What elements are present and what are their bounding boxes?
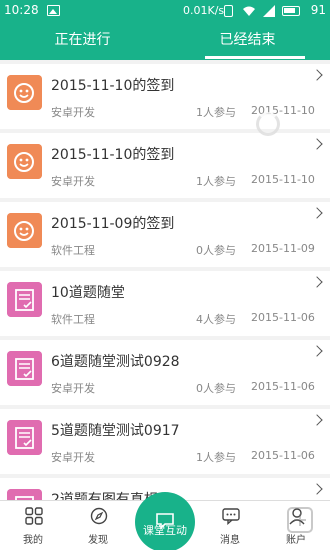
- battery-icon: [282, 6, 300, 16]
- quiz-list-icon: [7, 282, 42, 317]
- wifi-icon: [243, 6, 255, 16]
- list-item[interactable]: 2015-11-10的签到 安卓开发 1人参与 2015-11-10: [0, 133, 330, 198]
- nav-discover-label: 发现: [88, 535, 108, 546]
- chevron-right-icon: [311, 276, 323, 288]
- tab-ongoing[interactable]: 正在进行: [0, 22, 165, 60]
- nav-messages-label: 消息: [220, 535, 240, 546]
- vibrate-icon: [224, 5, 233, 17]
- chevron-right-icon: [311, 138, 323, 150]
- item-date: 2015-11-10: [251, 173, 315, 186]
- quiz-list-icon: [7, 489, 42, 500]
- chevron-right-icon: [311, 483, 323, 495]
- item-title: 10道题随堂: [51, 285, 125, 301]
- item-title: 5道题随堂测试0917: [51, 423, 180, 439]
- image-notification-icon: [47, 5, 60, 16]
- activity-list[interactable]: 2015-11-10的签到 安卓开发 1人参与 2015-11-10 2015-…: [0, 64, 330, 500]
- nav-mine-label: 我的: [23, 535, 43, 546]
- item-course: 安卓开发: [51, 451, 95, 464]
- item-course: 安卓开发: [51, 106, 95, 119]
- tab-finished[interactable]: 已经结束: [165, 22, 330, 60]
- item-title: 2015-11-10的签到: [51, 147, 175, 163]
- item-title: 2015-11-10的签到: [51, 78, 175, 94]
- item-participants: 1人参与: [196, 451, 236, 464]
- list-item[interactable]: 6道题随堂测试0928 安卓开发 0人参与 2015-11-06: [0, 340, 330, 405]
- status-bar: 10:28 0.01K/s 91: [0, 0, 330, 22]
- quiz-list-icon: [7, 351, 42, 386]
- item-participants: 1人参与: [196, 106, 236, 119]
- watermark-logo-icon: [287, 507, 313, 533]
- item-title: 6道题随堂测试0928: [51, 354, 180, 370]
- nav-messages[interactable]: 消息: [205, 507, 255, 546]
- item-date: 2015-11-09: [251, 242, 315, 255]
- nav-classroom-button[interactable]: 课堂互动: [135, 492, 195, 550]
- nav-classroom-label: 课堂互动: [143, 524, 187, 537]
- nav-discover[interactable]: 发现: [73, 507, 123, 546]
- item-course: 安卓开发: [51, 175, 95, 188]
- chat-bubble-icon: [222, 508, 240, 525]
- battery-level: 91: [310, 3, 326, 17]
- grid-icon: [25, 507, 43, 525]
- item-participants: 1人参与: [196, 175, 236, 188]
- active-tab-indicator: [205, 56, 305, 59]
- smiley-checkin-icon: [7, 213, 42, 248]
- signal-icon: [263, 5, 275, 17]
- item-title: 2015-11-09的签到: [51, 216, 175, 232]
- nav-mine[interactable]: 我的: [8, 507, 58, 546]
- quiz-list-icon: [7, 420, 42, 455]
- list-item[interactable]: 2015-11-10的签到 安卓开发 1人参与 2015-11-10: [0, 64, 330, 129]
- list-item[interactable]: 10道题随堂 软件工程 4人参与 2015-11-06: [0, 271, 330, 336]
- item-date: 2015-11-06: [251, 380, 315, 393]
- list-item[interactable]: 5道题随堂测试0917 安卓开发 1人参与 2015-11-06: [0, 409, 330, 474]
- loading-spinner-icon: [256, 112, 280, 136]
- item-participants: 4人参与: [196, 313, 236, 326]
- item-date: 2015-11-06: [251, 311, 315, 324]
- item-participants: 0人参与: [196, 244, 236, 257]
- chevron-right-icon: [311, 414, 323, 426]
- item-course: 安卓开发: [51, 382, 95, 395]
- list-item[interactable]: 2015-11-09的签到 软件工程 0人参与 2015-11-09: [0, 202, 330, 267]
- item-course: 软件工程: [51, 313, 95, 326]
- smiley-checkin-icon: [7, 75, 42, 110]
- chevron-right-icon: [311, 207, 323, 219]
- network-speed: 0.01K/s: [183, 4, 225, 17]
- classroom-icon: [156, 513, 174, 530]
- status-time: 10:28: [4, 3, 39, 17]
- chevron-right-icon: [311, 345, 323, 357]
- item-date: 2015-11-06: [251, 449, 315, 462]
- watermark-logo: [270, 500, 330, 550]
- item-course: 软件工程: [51, 244, 95, 257]
- smiley-checkin-icon: [7, 144, 42, 179]
- chevron-right-icon: [311, 69, 323, 81]
- tab-bar: 正在进行 已经结束: [0, 22, 330, 60]
- item-participants: 0人参与: [196, 382, 236, 395]
- compass-icon: [90, 507, 108, 525]
